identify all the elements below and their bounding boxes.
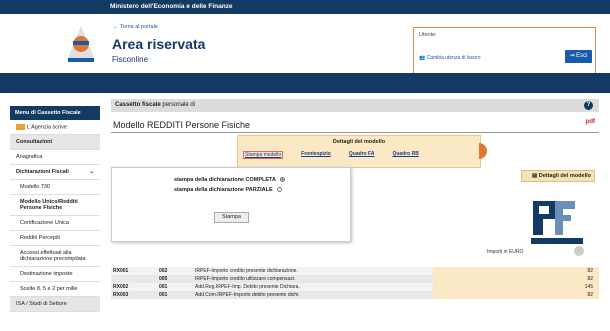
back-link-label: Torna al portale xyxy=(119,24,158,30)
print-dialog: stampa della dichiarazione COMPLETA stam… xyxy=(111,167,351,242)
row-code: RX003 xyxy=(113,292,129,298)
details-icon: ▤ xyxy=(532,173,539,179)
print-complete-label: stampa della dichiarazione COMPLETA xyxy=(174,177,276,183)
details-title: Dettagli del modello xyxy=(332,139,386,145)
sidebar-item-dichiarazioni-fiscali[interactable]: Dichiarazioni Fiscali ⌄ xyxy=(10,165,100,181)
model-title: Modello REDDITI Persone Fisiche xyxy=(113,120,251,130)
print-partial-option[interactable]: stampa della dichiarazione PARZIALE xyxy=(174,187,282,193)
user-label: Utente: xyxy=(419,32,437,38)
row-column: 001 xyxy=(159,284,168,290)
agenzia-entrate-logo xyxy=(67,26,95,62)
table-row: RX001 002 IRPEF-Importo credito presente… xyxy=(111,267,599,275)
model-details-button[interactable]: ▤ Dettagli del modello xyxy=(521,170,595,182)
navigation-bar xyxy=(0,73,610,93)
sidebar-item-scelte-per-mille[interactable]: Scelte 8, 5 e 2 per mille xyxy=(10,282,100,298)
main-content: Cassetto fiscale personale di ? Modello … xyxy=(111,99,599,331)
sidebar-item-modello-730[interactable]: Modello 730 xyxy=(10,180,100,196)
change-user-link[interactable]: 👥 Cambia utenza di lavoro xyxy=(419,55,481,61)
sidebar-item-consultazioni[interactable]: Consultazioni xyxy=(10,135,100,151)
ministry-topbar: Ministero dell'Economia e delle Finanze xyxy=(0,0,610,14)
row-code: RX001 xyxy=(113,268,129,274)
tab-stampa-modello[interactable]: Stampa modello xyxy=(243,151,284,159)
logout-button[interactable]: ⇥ Esci xyxy=(565,50,592,63)
page-title: Area riservata xyxy=(112,36,206,52)
cassetto-owner: personale di xyxy=(160,102,196,108)
arrow-left-icon: ← xyxy=(113,24,120,30)
cassetto-bar: Cassetto fiscale personale di xyxy=(111,99,599,112)
row-description: Add.Reg.IRPEF-Imp. Debito presente Dichi… xyxy=(195,284,300,290)
title-divider xyxy=(111,132,599,133)
table-row: 005 IRPEF-Importo credito utilizzare com… xyxy=(111,275,599,283)
persone-fisiche-logo xyxy=(531,201,584,256)
cassetto-title: Cassetto fiscale xyxy=(115,102,161,108)
print-button[interactable]: Stampa xyxy=(214,212,249,223)
sidebar-item-certificazione-unica[interactable]: Certificazione Unica xyxy=(10,216,100,232)
change-user-label: Cambia utenza di lavoro xyxy=(426,55,481,61)
help-icon[interactable]: ? xyxy=(584,101,593,110)
row-column: 002 xyxy=(159,268,168,274)
sidebar-item-accessi-precompilata[interactable]: Accessi effettuati alla dichiarazione pr… xyxy=(10,246,100,268)
row-amount: 145 xyxy=(433,283,599,291)
row-column: 005 xyxy=(159,276,168,282)
row-code: RX002 xyxy=(113,284,129,290)
header: ← Torna al portale Area riservata Fiscon… xyxy=(0,14,610,74)
print-complete-option[interactable]: stampa della dichiarazione COMPLETA xyxy=(174,177,285,183)
model-tabs: Stampa modello Frontespizio Quadro FA Qu… xyxy=(243,151,419,159)
logout-label: Esci xyxy=(576,53,588,59)
sidebar-item-destinazione-imposte[interactable]: Destinazione imposte xyxy=(10,267,100,283)
row-amount: 82 xyxy=(433,267,599,275)
sidebar-item-redditi-percepiti[interactable]: Redditi Percepiti xyxy=(10,231,100,247)
tab-quadro-fa[interactable]: Quadro FA xyxy=(349,151,375,159)
row-description: IRPEF-Importo credito presente dichiaraz… xyxy=(195,268,298,274)
sidebar-header: Menu di Cassetto Fiscale xyxy=(10,106,100,120)
radio-partial[interactable] xyxy=(276,187,282,193)
sidebar-item-isa[interactable]: ISA / Studi di Settore xyxy=(10,297,100,313)
page-subtitle: Fisconline xyxy=(112,55,149,64)
row-description: Add.Com.IRPEF-Importo debito presente di… xyxy=(195,292,300,298)
chevron-down-icon: ⌄ xyxy=(89,169,94,176)
tab-frontespizio[interactable]: Frontespizio xyxy=(301,151,331,159)
declaration-table: RX001 002 IRPEF-Importo credito presente… xyxy=(111,267,599,299)
tab-quadro-rb[interactable]: Quadro RB xyxy=(392,151,418,159)
back-to-portal-link[interactable]: ← Torna al portale xyxy=(113,24,158,30)
sidebar-item-label: Dichiarazioni Fiscali xyxy=(16,169,69,176)
user-box: Utente: 👥 Cambia utenza di lavoro ⇥ Esci xyxy=(413,27,596,74)
row-amount: 82 xyxy=(433,291,599,299)
users-icon: 👥 xyxy=(419,55,427,61)
model-details-button-label: Dettagli del modello xyxy=(538,173,591,179)
radio-complete[interactable] xyxy=(279,177,285,183)
sidebar: Menu di Cassetto Fiscale L'Agenzia scriv… xyxy=(10,106,100,331)
panel-toggle-handle[interactable] xyxy=(479,143,487,159)
sidebar-item-anagrafica[interactable]: Anagrafica xyxy=(10,150,100,166)
row-column: 001 xyxy=(159,292,168,298)
table-row: RX003 001 Add.Com.IRPEF-Importo debito p… xyxy=(111,291,599,299)
sidebar-item-label: L'Agenzia scrive xyxy=(27,124,67,131)
sidebar-item-agenzia-scrive[interactable]: L'Agenzia scrive xyxy=(10,120,100,136)
table-row: RX002 001 Add.Reg.IRPEF-Imp. Debito pres… xyxy=(111,283,599,291)
pdf-icon[interactable]: pdf xyxy=(586,119,595,125)
amount-unit-label: Importi in EURO xyxy=(487,249,524,255)
row-description: IRPEF-Importo credito utilizzare compens… xyxy=(195,276,296,282)
sidebar-item-modello-unico[interactable]: Modello Unico/Redditi Persone Fisiche xyxy=(10,195,100,217)
row-amount: 82 xyxy=(433,275,599,283)
model-details-panel: Dettagli del modello Stampa modello Fron… xyxy=(237,135,481,168)
mail-icon xyxy=(16,124,25,130)
print-partial-label: stampa della dichiarazione PARZIALE xyxy=(174,187,273,193)
